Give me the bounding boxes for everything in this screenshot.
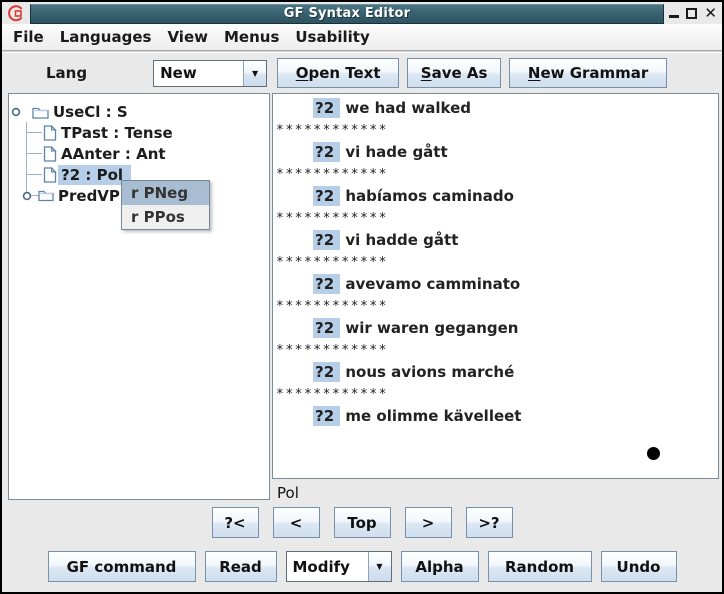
- document-icon: [43, 167, 57, 183]
- sentence-text: vi hade gått: [340, 143, 448, 161]
- new-grammar-button[interactable]: New Grammar: [509, 58, 667, 88]
- menu-languages[interactable]: Languages: [52, 28, 160, 46]
- focus-token[interactable]: ?2: [313, 318, 340, 338]
- modify-combobox[interactable]: Modify ▼: [286, 551, 392, 582]
- titlebar-row: GF Syntax Editor ✕: [2, 2, 722, 24]
- sentence-line: ?2 habíamos caminado: [273, 185, 718, 207]
- action-row: GF command Read Modify ▼ Alpha Random Un…: [2, 551, 722, 582]
- alpha-button[interactable]: Alpha: [401, 551, 479, 582]
- gf-logo-icon: [2, 2, 30, 24]
- syntax-tree-panel: UseCl : S TPast : Tense AAnter : Ant ?2 …: [8, 93, 270, 500]
- folder-closed-icon: [38, 189, 54, 202]
- tree-node-label: PredVP: [58, 187, 120, 205]
- status-bar: Pol: [272, 481, 719, 505]
- menu-view[interactable]: View: [159, 28, 216, 46]
- title-bar[interactable]: GF Syntax Editor: [30, 4, 664, 24]
- sentence-text: nous avions marché: [340, 363, 514, 381]
- prev-button[interactable]: <: [273, 507, 320, 538]
- gf-command-button[interactable]: GF command: [48, 551, 196, 582]
- sentence-line: ?2 me olimme kävelleet: [273, 405, 718, 427]
- separator-line: ************: [273, 295, 718, 317]
- modify-combobox-value: Modify: [287, 552, 368, 581]
- lang-combobox[interactable]: New ▼: [153, 60, 267, 87]
- separator-line: ************: [273, 207, 718, 229]
- menu-menus[interactable]: Menus: [216, 28, 287, 46]
- undo-button[interactable]: Undo: [601, 551, 677, 582]
- prev-question-button[interactable]: ?<: [212, 507, 259, 538]
- document-icon: [43, 125, 57, 141]
- save-as-button[interactable]: Save As: [407, 58, 501, 88]
- tree-expand-handle-icon[interactable]: [11, 107, 21, 117]
- top-button[interactable]: Top: [334, 507, 391, 538]
- focus-token[interactable]: ?2: [313, 142, 340, 162]
- folder-open-icon: [32, 105, 49, 119]
- focus-token[interactable]: ?2: [313, 406, 340, 426]
- navigation-row: ?< < Top > >?: [2, 507, 722, 538]
- random-button[interactable]: Random: [488, 551, 592, 582]
- sentence-line: ?2 vi hade gått: [273, 141, 718, 163]
- tree-node-label: UseCl : S: [53, 103, 128, 121]
- menu-bar: File Languages View Menus Usability: [2, 24, 722, 50]
- next-question-button[interactable]: >?: [466, 507, 513, 538]
- sentence-line: ?2 nous avions marché: [273, 361, 718, 383]
- tree-collapse-handle-icon[interactable]: [22, 191, 32, 201]
- next-button[interactable]: >: [405, 507, 452, 538]
- separator-line: ************: [273, 383, 718, 405]
- separator-line: ************: [273, 119, 718, 141]
- focus-token[interactable]: ?2: [313, 274, 340, 294]
- sentence-line: ?2 we had walked: [273, 97, 718, 119]
- tree-node-tpast[interactable]: TPast : Tense: [9, 122, 269, 143]
- window-title: GF Syntax Editor: [284, 6, 410, 21]
- sentence-text: we had walked: [340, 99, 471, 117]
- sentence-line: ?2 wir waren gegangen: [273, 317, 718, 339]
- focus-token[interactable]: ?2: [313, 362, 340, 382]
- tree-node-label: TPast : Tense: [61, 124, 173, 142]
- lang-label: Lang: [46, 64, 87, 82]
- focus-token[interactable]: ?2: [313, 230, 340, 250]
- focus-token[interactable]: ?2: [313, 98, 340, 118]
- chevron-down-icon[interactable]: ▼: [368, 552, 391, 581]
- focus-dot-icon: [647, 447, 660, 460]
- linearizations-panel[interactable]: ?2 we had walked************?2 vi hade g…: [272, 93, 719, 479]
- tree-node-aanter[interactable]: AAnter : Ant: [9, 143, 269, 164]
- sentence-text: me olimme kävelleet: [340, 407, 521, 425]
- sentence-text: habíamos caminado: [340, 187, 514, 205]
- status-text: Pol: [272, 484, 299, 502]
- open-text-button[interactable]: Open Text: [277, 58, 399, 88]
- focus-token[interactable]: ?2: [313, 186, 340, 206]
- tree-node-usecl[interactable]: UseCl : S: [9, 101, 269, 122]
- menu-file[interactable]: File: [5, 28, 52, 46]
- separator-line: ************: [273, 163, 718, 185]
- popup-item-pneg[interactable]: r PNeg: [122, 181, 209, 205]
- chevron-down-icon[interactable]: ▼: [243, 61, 266, 86]
- app-window: GF Syntax Editor ✕ File Languages View M…: [0, 0, 724, 594]
- minimize-icon[interactable]: [669, 6, 679, 20]
- sentence-text: vi hadde gått: [340, 231, 458, 249]
- menu-usability[interactable]: Usability: [287, 28, 377, 46]
- maximize-icon[interactable]: [686, 8, 697, 19]
- window-controls: ✕: [664, 2, 722, 24]
- sentence-text: wir waren gegangen: [340, 319, 518, 337]
- read-button[interactable]: Read: [205, 551, 277, 582]
- tree-node-label: AAnter : Ant: [61, 145, 166, 163]
- toolbar: Lang New ▼ Open Text Save As New Grammar: [2, 53, 722, 93]
- document-icon: [43, 146, 57, 162]
- sentence-line: ?2 vi hadde gått: [273, 229, 718, 251]
- popup-item-ppos[interactable]: r PPos: [122, 205, 209, 229]
- linearization-lines: ?2 we had walked************?2 vi hade g…: [273, 97, 718, 427]
- lang-combobox-value: New: [154, 61, 243, 86]
- separator-line: ************: [273, 251, 718, 273]
- refinement-popup-menu: r PNeg r PPos: [121, 180, 210, 230]
- sentence-line: ?2 avevamo camminato: [273, 273, 718, 295]
- sentence-text: avevamo camminato: [340, 275, 520, 293]
- close-icon[interactable]: ✕: [704, 6, 717, 20]
- separator-line: ************: [273, 339, 718, 361]
